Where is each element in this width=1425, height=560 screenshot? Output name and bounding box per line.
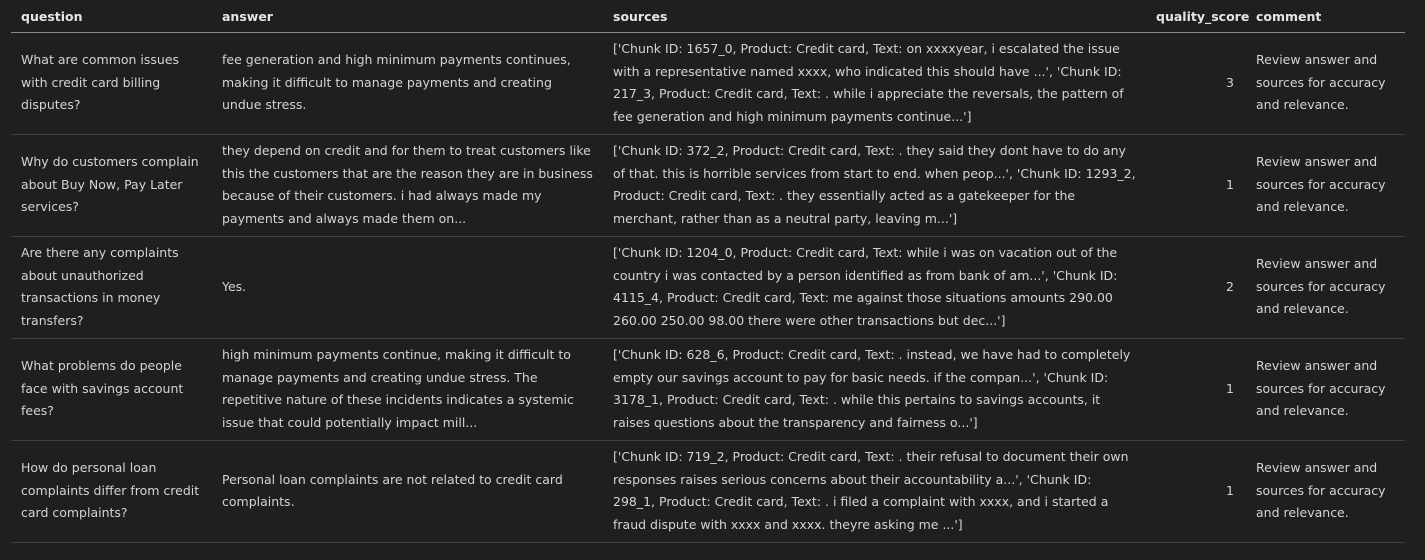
- sources-cell: ['Chunk ID: 1204_0, Product: Credit card…: [603, 236, 1146, 339]
- answer-cell: fee generation and high minimum payments…: [212, 32, 603, 135]
- answer-cell: Personal loan complaints are not related…: [212, 440, 603, 543]
- table-row: How do personal loan complaints differ f…: [11, 440, 1405, 543]
- answer-cell: they depend on credit and for them to tr…: [212, 134, 603, 237]
- quality-score-cell: 1: [1146, 338, 1246, 441]
- sources-cell: ['Chunk ID: 1657_0, Product: Credit card…: [603, 32, 1146, 135]
- question-cell: Are there any complaints about unauthori…: [11, 236, 212, 339]
- sources-cell: ['Chunk ID: 628_6, Product: Credit card,…: [603, 338, 1146, 441]
- answer-cell: high minimum payments continue, making i…: [212, 338, 603, 441]
- comment-cell: Review answer and sources for accuracy a…: [1246, 236, 1405, 339]
- sources-cell: ['Chunk ID: 719_2, Product: Credit card,…: [603, 440, 1146, 543]
- table-row: Why do customers complain about Buy Now,…: [11, 134, 1405, 237]
- quality-score-cell: 1: [1146, 440, 1246, 543]
- table-row: What problems do people face with saving…: [11, 338, 1405, 441]
- sources-cell: ['Chunk ID: 372_2, Product: Credit card,…: [603, 134, 1146, 237]
- comment-cell: Review answer and sources for accuracy a…: [1246, 134, 1405, 237]
- comment-cell: Review answer and sources for accuracy a…: [1246, 338, 1405, 441]
- quality-score-cell: 2: [1146, 236, 1246, 339]
- table-row: What are common issues with credit card …: [11, 32, 1405, 135]
- answer-cell: Yes.: [212, 236, 603, 339]
- column-header-question[interactable]: question: [11, 0, 212, 33]
- column-header-quality-score[interactable]: quality_score: [1146, 0, 1249, 33]
- column-header-sources[interactable]: sources: [603, 0, 1146, 33]
- comment-cell: Review answer and sources for accuracy a…: [1246, 32, 1405, 135]
- question-cell: Why do customers complain about Buy Now,…: [11, 134, 212, 237]
- results-table-container: question answer sources quality_score co…: [11, 0, 1405, 543]
- question-cell: What problems do people face with saving…: [11, 338, 212, 441]
- question-cell: How do personal loan complaints differ f…: [11, 440, 212, 543]
- question-cell: What are common issues with credit card …: [11, 32, 212, 135]
- comment-cell: Review answer and sources for accuracy a…: [1246, 440, 1405, 543]
- results-table: question answer sources quality_score co…: [11, 0, 1405, 543]
- column-header-answer[interactable]: answer: [212, 0, 603, 33]
- quality-score-cell: 3: [1146, 32, 1246, 135]
- quality-score-cell: 1: [1146, 134, 1246, 237]
- header-row: question answer sources quality_score co…: [11, 0, 1405, 33]
- table-row: Are there any complaints about unauthori…: [11, 236, 1405, 339]
- column-header-comment[interactable]: comment: [1246, 0, 1405, 33]
